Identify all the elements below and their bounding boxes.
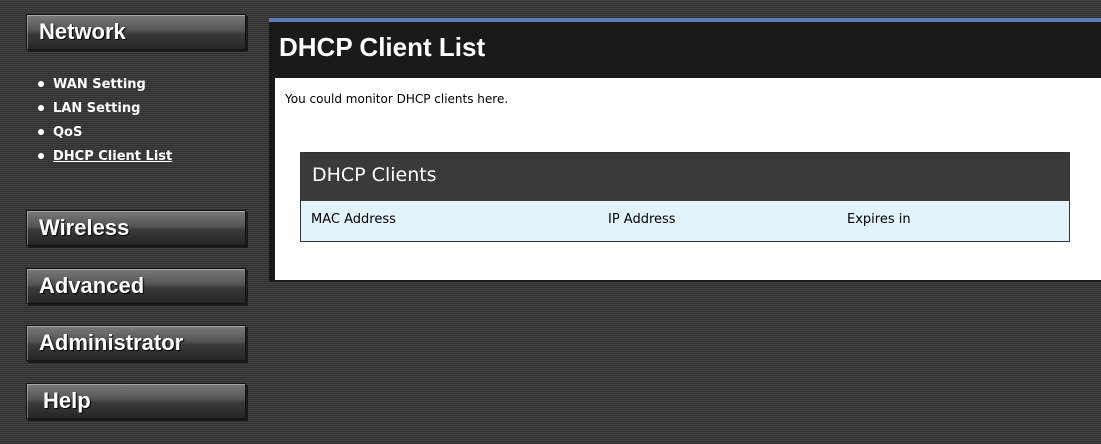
nav-administrator-label: Administrator — [39, 330, 184, 355]
dhcp-clients-table: DHCP Clients MAC Address IP Address Expi… — [300, 152, 1070, 242]
sidebar-item-label: QoS — [53, 124, 83, 140]
bullet-icon — [38, 81, 44, 87]
sidebar-item-label: LAN Setting — [53, 100, 141, 116]
sidebar-item-dhcp-client-list[interactable]: DHCP Client List — [38, 144, 238, 168]
sidebar-item-label: DHCP Client List — [53, 148, 173, 164]
bullet-icon — [38, 153, 44, 159]
page-title: DHCP Client List — [279, 32, 486, 62]
sidebar-item-lan-setting[interactable]: LAN Setting — [38, 96, 238, 120]
nav-network-button[interactable]: Network — [26, 14, 246, 50]
nav-administrator-button[interactable]: Administrator — [26, 325, 246, 361]
sidebar-item-qos[interactable]: QoS — [38, 120, 238, 144]
column-header-mac-address: MAC Address — [311, 212, 396, 227]
table-title: DHCP Clients — [312, 164, 437, 186]
network-submenu: WAN Setting LAN Setting QoS DHCP Client … — [38, 72, 238, 168]
sidebar-item-wan-setting[interactable]: WAN Setting — [38, 72, 238, 96]
nav-advanced-label: Advanced — [39, 273, 145, 298]
nav-advanced-button[interactable]: Advanced — [26, 268, 246, 304]
content-body: You could monitor DHCP clients here. DHC… — [275, 78, 1101, 280]
bullet-icon — [38, 129, 44, 135]
bullet-icon — [38, 105, 44, 111]
nav-help-label: Help — [43, 388, 91, 413]
sidebar-item-label: WAN Setting — [53, 76, 146, 92]
nav-network-label: Network — [39, 19, 126, 44]
column-header-expires-in: Expires in — [847, 212, 911, 227]
nav-wireless-label: Wireless — [39, 215, 130, 240]
table-header-row: MAC Address IP Address Expires in — [301, 201, 1069, 241]
column-header-ip-address: IP Address — [608, 212, 676, 227]
nav-wireless-button[interactable]: Wireless — [26, 210, 246, 246]
page-description: You could monitor DHCP clients here. — [285, 92, 509, 106]
content-panel: DHCP Client List You could monitor DHCP … — [269, 18, 1101, 282]
table-title-bar: DHCP Clients — [301, 153, 1069, 201]
nav-help-button[interactable]: Help — [26, 383, 246, 419]
